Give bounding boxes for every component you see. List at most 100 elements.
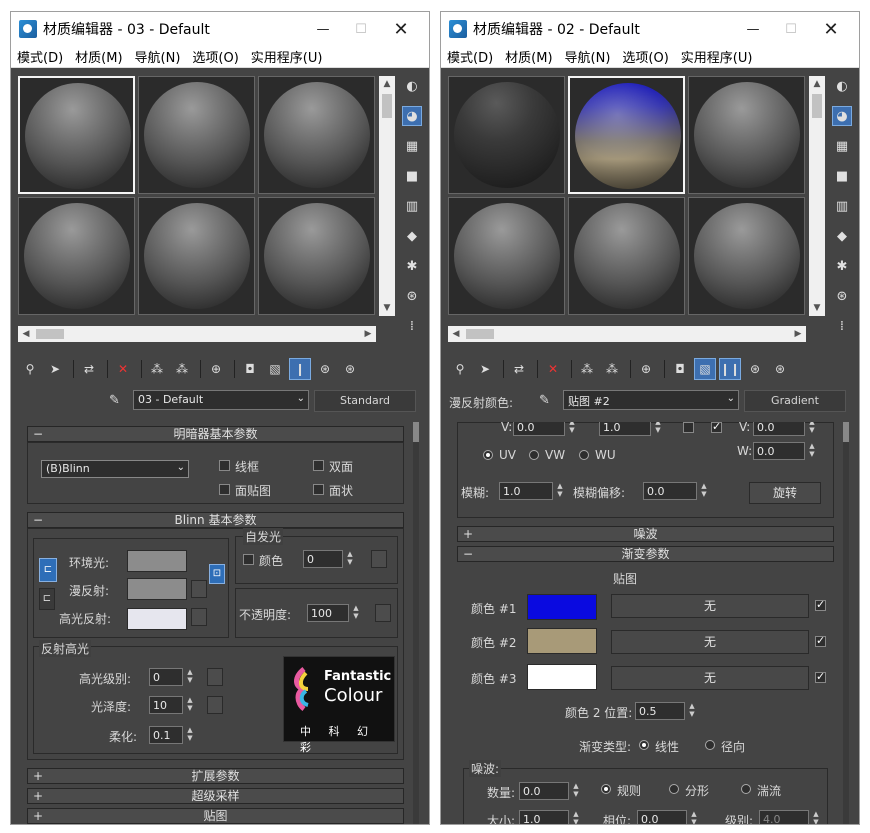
- close-icon[interactable]: ✕: [383, 12, 419, 46]
- menu-navigation[interactable]: 导航(N): [565, 47, 611, 66]
- menu-options[interactable]: 选项(O): [622, 47, 668, 66]
- sample-slot[interactable]: [568, 76, 685, 194]
- maximize-icon[interactable]: ☐: [773, 12, 809, 46]
- spinner-arrows-icon[interactable]: ▲ ▼: [567, 422, 577, 436]
- sample-slot[interactable]: [258, 76, 375, 194]
- spinner-arrows-icon[interactable]: ▲ ▼: [571, 782, 581, 800]
- menu-material[interactable]: 材质(M): [75, 47, 122, 66]
- panel-scrollbar[interactable]: [843, 422, 849, 824]
- slots-vertical-scrollbar[interactable]: ▲ ▼: [809, 76, 825, 316]
- options-icon[interactable]: ✱: [832, 256, 852, 276]
- minimize-icon[interactable]: —: [735, 12, 771, 46]
- color2-map-button[interactable]: 无: [611, 630, 809, 654]
- make-copy-icon[interactable]: ⁂: [576, 358, 598, 380]
- sample-slot[interactable]: [18, 197, 135, 315]
- spinner-arrows-icon[interactable]: ▲ ▼: [807, 422, 817, 436]
- sample-slot[interactable]: [688, 197, 805, 315]
- sample-slot[interactable]: [18, 76, 135, 194]
- rollout-maps-header[interactable]: + 贴图: [27, 808, 404, 824]
- video-color-check-icon[interactable]: ▥: [402, 196, 422, 216]
- scroll-thumb[interactable]: [466, 329, 494, 339]
- menu-options[interactable]: 选项(O): [192, 47, 238, 66]
- menu-mode[interactable]: 模式(D): [447, 47, 493, 66]
- close-icon[interactable]: ✕: [813, 12, 849, 46]
- make-preview-icon[interactable]: ◆: [832, 226, 852, 246]
- go-to-parent-icon[interactable]: ⊛: [314, 358, 336, 380]
- material-map-navigator-icon[interactable]: ⁞: [402, 316, 422, 336]
- color2-map-checkbox[interactable]: [815, 634, 826, 647]
- rotate-button[interactable]: 旋转: [749, 482, 821, 504]
- slots-horizontal-scrollbar[interactable]: ◀ ▶: [18, 326, 376, 342]
- uv-radio[interactable]: [483, 450, 493, 460]
- blur-input[interactable]: 1.0: [499, 482, 553, 500]
- scroll-thumb[interactable]: [36, 329, 64, 339]
- lock-diffuse-specular-icon[interactable]: ⊏: [39, 588, 55, 610]
- show-end-result-icon[interactable]: ❙❙: [719, 358, 741, 380]
- menu-mode[interactable]: 模式(D): [17, 47, 63, 66]
- v-tile-checkbox[interactable]: [711, 422, 722, 433]
- glossiness-input[interactable]: 10: [149, 696, 183, 714]
- assign-to-selection-icon[interactable]: ⇄: [78, 358, 100, 380]
- spinner-arrows-icon[interactable]: ▲ ▼: [351, 604, 361, 622]
- spinner-arrows-icon[interactable]: ▲ ▼: [345, 550, 355, 568]
- reset-map-icon[interactable]: ✕: [112, 358, 134, 380]
- menu-material[interactable]: 材质(M): [505, 47, 552, 66]
- spinner-arrows-icon[interactable]: ▲ ▼: [689, 810, 699, 824]
- color1-map-checkbox[interactable]: [815, 598, 826, 611]
- uv-tiling-icon[interactable]: ■: [832, 166, 852, 186]
- scroll-up-icon[interactable]: ▲: [379, 76, 395, 92]
- get-material-icon[interactable]: ⚲: [19, 358, 41, 380]
- slots-horizontal-scrollbar[interactable]: ◀ ▶: [448, 326, 806, 342]
- go-to-parent-icon[interactable]: ⊛: [744, 358, 766, 380]
- background-checker-icon[interactable]: ▦: [832, 136, 852, 156]
- sample-type-icon[interactable]: ◐: [402, 76, 422, 96]
- make-unique-icon[interactable]: ⁂: [601, 358, 623, 380]
- go-forward-sibling-icon[interactable]: ⊛: [339, 358, 361, 380]
- spinner-arrows-icon[interactable]: ▲ ▼: [811, 810, 821, 824]
- spinner-arrows-icon[interactable]: ▲ ▼: [185, 668, 195, 686]
- face-map-checkbox[interactable]: [219, 484, 230, 495]
- specular-color-swatch[interactable]: [127, 608, 187, 630]
- spec-level-map-button[interactable]: [207, 668, 223, 686]
- show-shaded-map-icon[interactable]: ▧: [694, 358, 716, 380]
- w-angle-input[interactable]: 0.0: [753, 442, 805, 460]
- make-unique-icon[interactable]: ⁂: [171, 358, 193, 380]
- rollout-noise-header[interactable]: + 噪波: [457, 526, 834, 542]
- scroll-thumb[interactable]: [843, 422, 849, 442]
- self-illum-color-checkbox[interactable]: [243, 554, 254, 565]
- diffuse-map-button[interactable]: [191, 580, 207, 598]
- color3-map-checkbox[interactable]: [815, 670, 826, 683]
- spinner-arrows-icon[interactable]: ▲ ▼: [687, 702, 697, 720]
- wire-checkbox[interactable]: [219, 460, 230, 471]
- scroll-down-icon[interactable]: ▼: [809, 300, 825, 316]
- map-type-button[interactable]: Gradient: [744, 390, 846, 412]
- sample-slot[interactable]: [258, 197, 375, 315]
- v-mirror-checkbox[interactable]: [683, 422, 694, 433]
- soften-input[interactable]: 0.1: [149, 726, 183, 744]
- scroll-left-icon[interactable]: ◀: [448, 326, 464, 342]
- put-to-library-icon[interactable]: ⊕: [205, 358, 227, 380]
- color2-swatch[interactable]: [527, 628, 597, 654]
- rollout-gradient-header[interactable]: − 渐变参数: [457, 546, 834, 562]
- shader-dropdown[interactable]: (B)Blinn ⌄: [41, 460, 189, 478]
- show-end-result-icon[interactable]: ❙: [289, 358, 311, 380]
- scroll-thumb[interactable]: [812, 94, 822, 118]
- scroll-left-icon[interactable]: ◀: [18, 326, 34, 342]
- uv-tiling-icon[interactable]: ■: [402, 166, 422, 186]
- menu-utilities[interactable]: 实用程序(U): [251, 47, 323, 66]
- material-name-dropdown[interactable]: 03 - Default ⌄: [133, 390, 309, 410]
- sample-slot[interactable]: [448, 76, 565, 194]
- diffuse-color-swatch[interactable]: [127, 578, 187, 600]
- sample-slot[interactable]: [138, 197, 255, 315]
- put-to-scene-icon[interactable]: ➤: [474, 358, 496, 380]
- sample-slot[interactable]: [448, 197, 565, 315]
- material-type-button[interactable]: Standard: [314, 390, 416, 412]
- fractal-radio[interactable]: [669, 784, 679, 794]
- color2-position-input[interactable]: 0.5: [635, 702, 685, 720]
- show-shaded-map-icon[interactable]: ▧: [264, 358, 286, 380]
- opacity-input[interactable]: 100: [307, 604, 349, 622]
- scroll-up-icon[interactable]: ▲: [809, 76, 825, 92]
- sample-slot[interactable]: [138, 76, 255, 194]
- eyedropper-icon[interactable]: ✎: [109, 393, 120, 408]
- video-color-check-icon[interactable]: ▥: [832, 196, 852, 216]
